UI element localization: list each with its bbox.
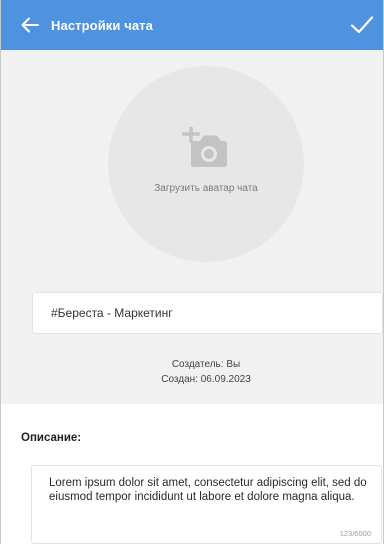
character-counter: 123/6000 — [339, 529, 371, 538]
creator-text: Создатель: Вы — [171, 359, 241, 370]
description-text: Lorem ipsum dolor sit amet, consectetur … — [49, 477, 367, 503]
confirm-button[interactable] — [347, 10, 377, 40]
page-title: Настройки чата — [51, 17, 153, 33]
add-photo-camera-icon — [182, 127, 227, 167]
avatar-upload-label: Загрузить аватар чата — [154, 183, 258, 194]
created-date-text: Создан: 06.09.2023 — [161, 374, 251, 385]
arrow-left-icon — [21, 17, 39, 33]
description-heading: Описание: — [21, 432, 82, 444]
description-field[interactable]: Lorem ipsum dolor sit amet, consectetur … — [31, 465, 382, 544]
chat-settings-screen: Настройки чата Загрузить аватар чата #Бе… — [0, 0, 384, 544]
checkmark-icon — [350, 16, 374, 34]
chat-name-field[interactable]: #Береста - Маркетинг — [32, 292, 383, 334]
avatar-upload[interactable]: Загрузить аватар чата — [108, 66, 304, 262]
app-header: Настройки чата — [1, 0, 383, 50]
description-section: Описание: Lorem ipsum dolor sit amet, co… — [1, 404, 383, 544]
back-button[interactable] — [15, 10, 45, 40]
